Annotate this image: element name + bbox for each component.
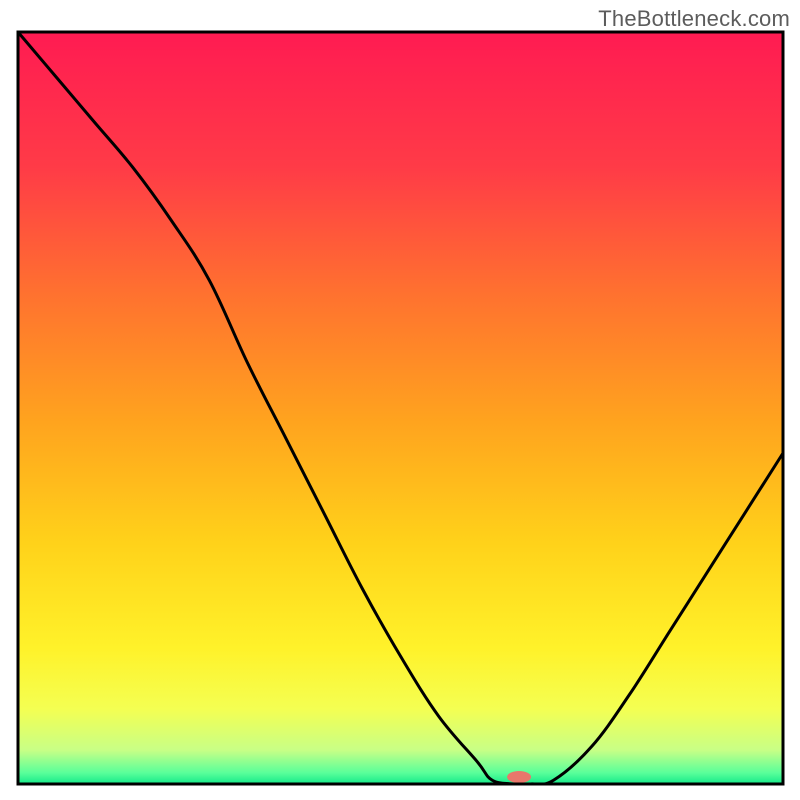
watermark-label: TheBottleneck.com bbox=[598, 6, 790, 32]
plot-background bbox=[18, 32, 783, 784]
bottleneck-chart bbox=[0, 0, 800, 800]
optimum-marker bbox=[507, 771, 531, 783]
